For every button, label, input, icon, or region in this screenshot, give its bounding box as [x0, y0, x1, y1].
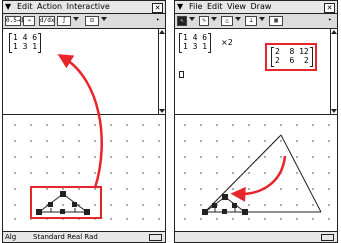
- matrix-row-2: 1 3 1: [183, 42, 208, 51]
- grid-dots: [14, 124, 160, 220]
- table-icon[interactable]: ▦: [269, 16, 283, 26]
- perpendicular-icon[interactable]: ⊥: [245, 16, 257, 26]
- multiply-operation: ×2: [221, 38, 233, 47]
- scroll-right-icon[interactable]: ▸: [325, 16, 335, 26]
- chevron-down-icon[interactable]: [101, 17, 107, 21]
- pen-icon[interactable]: ✎: [199, 16, 209, 26]
- menu-file[interactable]: File: [189, 2, 202, 11]
- left-work-area[interactable]: 1 4 6 1 3 1: [3, 29, 165, 115]
- menu-action[interactable]: Action: [37, 2, 62, 11]
- right-toolbar: ↖ ✎ △ ⊥ ▦ ▸: [175, 14, 337, 29]
- chevron-down-icon[interactable]: [189, 17, 195, 21]
- result-row-2: 2 6 2: [275, 56, 309, 65]
- left-calculator-screen: ▼ Edit Action Interactive ✕ 0.5→1/2 ⇒ d/…: [2, 0, 166, 243]
- settings-label: Standard Real Rad: [33, 233, 98, 241]
- left-graph-svg: [14, 124, 160, 220]
- left-graph-area[interactable]: [3, 115, 165, 233]
- right-status-bar: [175, 231, 337, 242]
- menu-icon[interactable]: ▼: [177, 2, 183, 12]
- menu-icon[interactable]: ▼: [5, 2, 11, 12]
- input-matrix[interactable]: 1 4 6 1 3 1: [179, 33, 212, 53]
- mode-label: Alg: [5, 233, 17, 241]
- right-menu-bar: ▼ File Edit View Draw ✕: [175, 1, 337, 14]
- matrix-row-1: 1 4 6: [13, 33, 38, 42]
- pointer-icon[interactable]: ↖: [177, 16, 187, 26]
- grid-dots: [184, 124, 330, 220]
- chevron-down-icon[interactable]: [259, 17, 265, 21]
- menu-interactive[interactable]: Interactive: [67, 2, 110, 11]
- left-toolbar: 0.5→1/2 ⇒ d/dx ∫ ⊡ ▸: [3, 14, 165, 29]
- battery-icon: [321, 234, 334, 241]
- matrix-row-2: 1 3 1: [13, 42, 38, 51]
- right-work-area[interactable]: 1 4 6 1 3 1 ×2 2 8 12 2 6 2: [175, 29, 337, 115]
- scroll-up-icon[interactable]: [331, 30, 337, 34]
- result-row-1: 2 8 12: [275, 47, 309, 56]
- left-scrollbar[interactable]: [158, 29, 165, 114]
- right-scrollbar[interactable]: [330, 29, 337, 114]
- scroll-down-icon[interactable]: [331, 109, 337, 113]
- decimal-fraction-button[interactable]: 0.5→1/2: [5, 16, 31, 26]
- right-graph-svg: [184, 124, 330, 220]
- left-menu-bar: ▼ Edit Action Interactive ✕: [3, 1, 165, 14]
- close-button[interactable]: ✕: [152, 3, 163, 13]
- triangle-tool-icon[interactable]: △: [221, 16, 233, 26]
- triangle-vertex-markers: [36, 191, 90, 215]
- right-graph-area[interactable]: [175, 115, 337, 233]
- right-calculator-screen: ▼ File Edit View Draw ✕ ↖ ✎ △ ⊥ ▦ ▸ 1 4 …: [174, 0, 338, 243]
- scroll-down-icon[interactable]: [159, 109, 165, 113]
- text-cursor: [179, 71, 184, 78]
- battery-icon: [149, 234, 162, 241]
- input-matrix[interactable]: 1 4 6 1 3 1: [9, 33, 42, 53]
- result-matrix[interactable]: 2 8 12 2 6 2: [271, 47, 313, 67]
- chevron-down-icon[interactable]: [211, 17, 217, 21]
- scroll-right-icon[interactable]: ▸: [153, 16, 163, 26]
- approx-button[interactable]: ⇒: [23, 16, 35, 26]
- menu-draw[interactable]: Draw: [251, 2, 272, 11]
- chevron-down-icon[interactable]: [235, 17, 241, 21]
- menu-edit[interactable]: Edit: [207, 2, 223, 11]
- menu-view[interactable]: View: [227, 2, 246, 11]
- menu-edit[interactable]: Edit: [17, 2, 33, 11]
- integral-button[interactable]: ∫: [57, 16, 71, 26]
- derivative-button[interactable]: d/dx: [39, 16, 55, 26]
- close-button[interactable]: ✕: [324, 3, 335, 13]
- scroll-up-icon[interactable]: [159, 30, 165, 34]
- graph-button[interactable]: ⊡: [85, 16, 99, 26]
- large-triangle: [204, 134, 322, 213]
- chevron-down-icon[interactable]: [73, 17, 79, 21]
- matrix-row-1: 1 4 6: [183, 33, 208, 42]
- left-status-bar: Alg Standard Real Rad: [3, 231, 165, 242]
